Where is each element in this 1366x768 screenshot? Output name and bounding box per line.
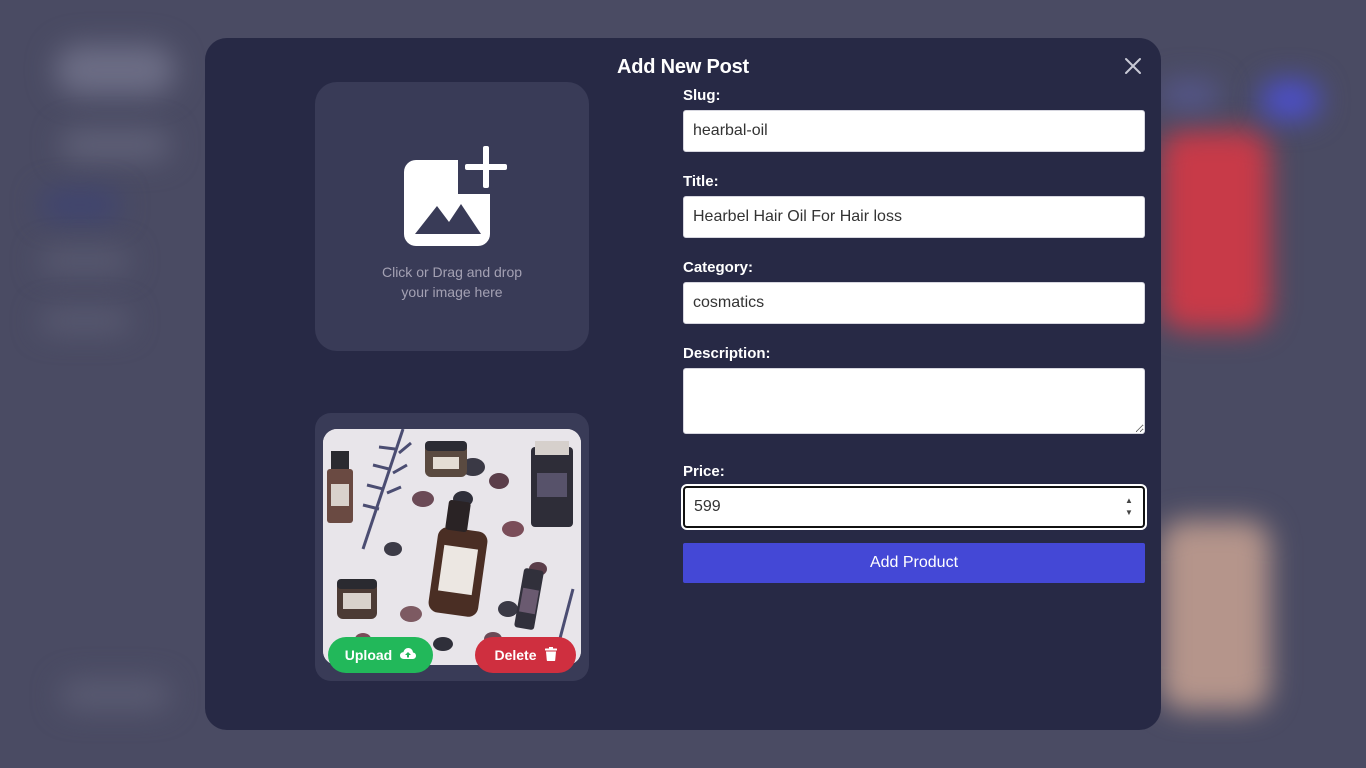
product-image [323,429,581,665]
dropzone-hint: Click or Drag and drop your image here [315,262,589,302]
image-preview-card: Upload Delete [315,413,589,681]
price-field: ▲ ▼ [681,484,1147,530]
image-dropzone[interactable]: Click or Drag and drop your image here [315,82,589,351]
price-input[interactable] [681,484,1147,530]
description-textarea[interactable] [683,368,1145,434]
upload-button[interactable]: Upload [328,637,433,673]
price-stepper[interactable]: ▲ ▼ [1123,496,1135,518]
close-icon[interactable] [1123,56,1143,76]
cloud-upload-icon [400,647,417,664]
dropzone-hint-line2: your image here [401,284,503,300]
stepper-down-icon[interactable]: ▼ [1123,508,1135,518]
category-label: Category: [683,259,754,276]
stepper-up-icon[interactable]: ▲ [1123,496,1135,506]
price-label: Price: [683,463,725,480]
description-label: Description: [683,345,771,362]
title-label: Title: [683,173,719,190]
delete-button[interactable]: Delete [475,637,576,673]
slug-label: Slug: [683,87,721,104]
delete-button-label: Delete [494,647,537,663]
add-image-icon [403,142,510,251]
slug-input[interactable] [683,110,1145,152]
add-post-modal: Add New Post Click or Drag and drop your… [205,38,1161,730]
post-form: Slug: Title: Category: Description: Pric… [681,86,1147,583]
add-product-button[interactable]: Add Product [683,543,1145,583]
dropzone-hint-line1: Click or Drag and drop [381,264,523,280]
category-input[interactable] [683,282,1145,324]
title-input[interactable] [683,196,1145,238]
modal-title: Add New Post [616,56,750,78]
trash-icon [544,646,557,664]
upload-button-label: Upload [344,647,393,663]
